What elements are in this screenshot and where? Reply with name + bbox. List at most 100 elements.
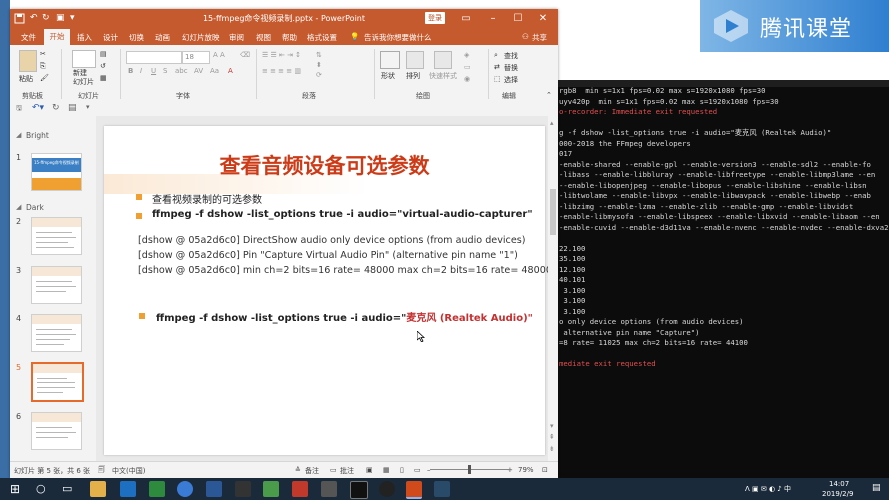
find-icon[interactable]: ⌕ (494, 51, 498, 60)
media-icon[interactable] (379, 481, 395, 497)
section-icon[interactable]: ▦ (100, 74, 107, 82)
slide-thumbnail-2[interactable] (31, 217, 82, 255)
language-status[interactable]: 中文(中国) (112, 466, 145, 476)
font-name-combo[interactable] (126, 51, 182, 64)
notes-icon[interactable]: ≙ (295, 466, 301, 474)
bullet-3-command[interactable]: ffmpeg -f dshow -list_options true -i au… (156, 309, 533, 324)
shape-fill-icon[interactable]: ◈ (464, 51, 469, 59)
tab-animations[interactable]: 动画 (155, 32, 170, 43)
select-icon[interactable]: ⬚ (494, 75, 501, 83)
arrange-icon[interactable] (406, 51, 424, 69)
text-direction-icon[interactable]: ⇅ (316, 51, 322, 59)
shapes-icon[interactable] (380, 51, 400, 69)
notifications-icon[interactable]: ▤ (872, 483, 881, 493)
cut-icon[interactable]: ✂ (40, 50, 46, 58)
align-icons[interactable]: ≡ ≡ ≡ ≡ ▥ (262, 67, 301, 75)
tab-file[interactable]: 文件 (21, 32, 36, 43)
vertical-scrollbar[interactable] (548, 116, 558, 461)
change-case-icon[interactable]: Aa (210, 67, 219, 75)
notes-button[interactable]: 备注 (305, 466, 319, 476)
undo-small-icon[interactable]: ↶▾ (32, 103, 44, 113)
font-size-combo[interactable]: 18 (182, 51, 210, 64)
paste-button[interactable]: 粘贴 (19, 74, 33, 84)
tab-review[interactable]: 审阅 (229, 32, 244, 43)
shape-outline-icon[interactable]: ▭ (464, 63, 471, 71)
strikethrough-icon[interactable]: abc (175, 67, 188, 75)
login-button[interactable]: 登录 (425, 12, 445, 24)
spellcheck-icon[interactable]: 🗐 (98, 466, 105, 477)
clock-date[interactable]: 2019/2/9 (822, 490, 853, 498)
tray-icons[interactable]: ᐱ ▣ ✉ ◐ ♪ 中 (745, 484, 791, 494)
reading-view-icon[interactable]: ▯ (400, 466, 404, 474)
tab-home[interactable]: 开始 (44, 29, 70, 45)
new-slide-icon[interactable] (72, 50, 96, 68)
shadow-icon[interactable]: S (163, 67, 167, 75)
next-slide-icon[interactable]: ⇟ (549, 445, 555, 453)
tab-insert[interactable]: 插入 (77, 32, 92, 43)
terminal-icon[interactable] (350, 481, 368, 499)
bullet-1-text[interactable]: 查看视频录制的可选参数 (152, 191, 262, 206)
slide-thumbnail-3[interactable] (31, 266, 82, 304)
current-slide[interactable]: 查看音频设备可选参数 查看视频录制的可选参数 ffmpeg -f dshow -… (104, 126, 552, 455)
title-bar[interactable]: ↶ ↻ ▣ ▾ 15-ffmpeg命令视频录制.pptx - PowerPoin… (10, 9, 558, 29)
scroll-up-icon[interactable]: ▴ (550, 119, 554, 127)
copy-icon[interactable]: ⎘ (40, 62, 46, 71)
minimize-button[interactable]: – (484, 12, 502, 26)
output-line-3[interactable]: [dshow @ 05a2d6c0] min ch=2 bits=16 rate… (138, 265, 552, 276)
slide-thumbnail-6[interactable] (31, 412, 82, 450)
tab-design[interactable]: 设计 (103, 32, 118, 43)
replace-button[interactable]: 替换 (504, 63, 518, 73)
share-button[interactable]: 共享 (532, 32, 547, 43)
scroll-down-icon[interactable]: ▾ (550, 422, 554, 430)
tab-format[interactable]: 格式设置 (307, 32, 337, 43)
slide-thumbnail-4[interactable] (31, 314, 82, 352)
calculator-icon[interactable] (321, 481, 337, 497)
comments-button[interactable]: 批注 (340, 466, 354, 476)
scrollbar-thumb[interactable] (550, 189, 556, 235)
slide-thumbnail-5[interactable] (31, 362, 84, 402)
xmind-icon[interactable] (292, 481, 308, 497)
section-collapse-icon[interactable]: ◢ (16, 203, 21, 211)
file-explorer-icon[interactable] (90, 481, 106, 497)
replace-icon[interactable]: ⇄ (494, 63, 500, 71)
tab-transitions[interactable]: 切换 (129, 32, 144, 43)
clear-format-icon[interactable]: ⌫ (240, 51, 250, 59)
prev-slide-icon[interactable]: ⇞ (549, 433, 555, 441)
select-button[interactable]: 选择 (504, 75, 518, 85)
italic-icon[interactable]: I (140, 67, 142, 75)
collapse-ribbon-icon[interactable]: ⌃ (546, 91, 552, 99)
smartart-icon[interactable]: ⟳ (316, 71, 322, 79)
format-painter-icon[interactable]: 🖌 (40, 74, 49, 82)
find-button[interactable]: 查找 (504, 51, 518, 61)
align-text-icon[interactable]: ⬍ (316, 61, 322, 69)
powerpoint-taskbar-icon[interactable] (406, 481, 422, 499)
app-icon[interactable] (235, 481, 251, 497)
bullets-icon[interactable]: ☰ ☰ ⇤ ⇥ ↕ (262, 51, 301, 59)
tab-help[interactable]: 帮助 (282, 32, 297, 43)
fit-slide-icon[interactable]: ⊡ (542, 466, 548, 474)
bullet-2-command[interactable]: ffmpeg -f dshow -list_options true -i au… (152, 209, 533, 220)
output-line-2[interactable]: [dshow @ 05a2d6c0] Pin "Capture Virtual … (138, 250, 518, 261)
close-button[interactable]: ✕ (534, 12, 552, 26)
section-collapse-icon[interactable]: ◢ (16, 131, 21, 139)
underline-icon[interactable]: U (151, 67, 156, 75)
tab-slideshow[interactable]: 幻灯片放映 (182, 32, 220, 43)
zoom-out-icon[interactable]: – (427, 466, 431, 474)
layout-icon[interactable]: ▤ (100, 50, 107, 58)
task-view-icon[interactable]: ▭ (62, 482, 72, 495)
browser-icon[interactable] (177, 481, 193, 497)
quick-styles-button[interactable]: 快速样式 (429, 71, 457, 81)
slideshow-view-icon[interactable]: ▭ (414, 466, 421, 474)
word-icon[interactable] (206, 481, 222, 497)
zoom-slider-thumb[interactable] (468, 465, 472, 474)
maximize-button[interactable]: ☐ (509, 12, 527, 26)
output-line-1[interactable]: [dshow @ 05a2d6c0] DirectShow audio only… (138, 235, 525, 246)
qat-more-icon[interactable]: ▾ (86, 103, 90, 111)
shapes-button[interactable]: 形状 (381, 71, 395, 81)
arrange-button[interactable]: 排列 (406, 71, 420, 81)
section-dark[interactable]: Dark (26, 203, 44, 212)
comments-icon[interactable]: ▭ (330, 466, 337, 474)
redo-small-icon[interactable]: ↻ (52, 103, 60, 113)
bold-icon[interactable]: B (128, 67, 133, 75)
share-icon[interactable]: ⚇ (522, 32, 529, 41)
